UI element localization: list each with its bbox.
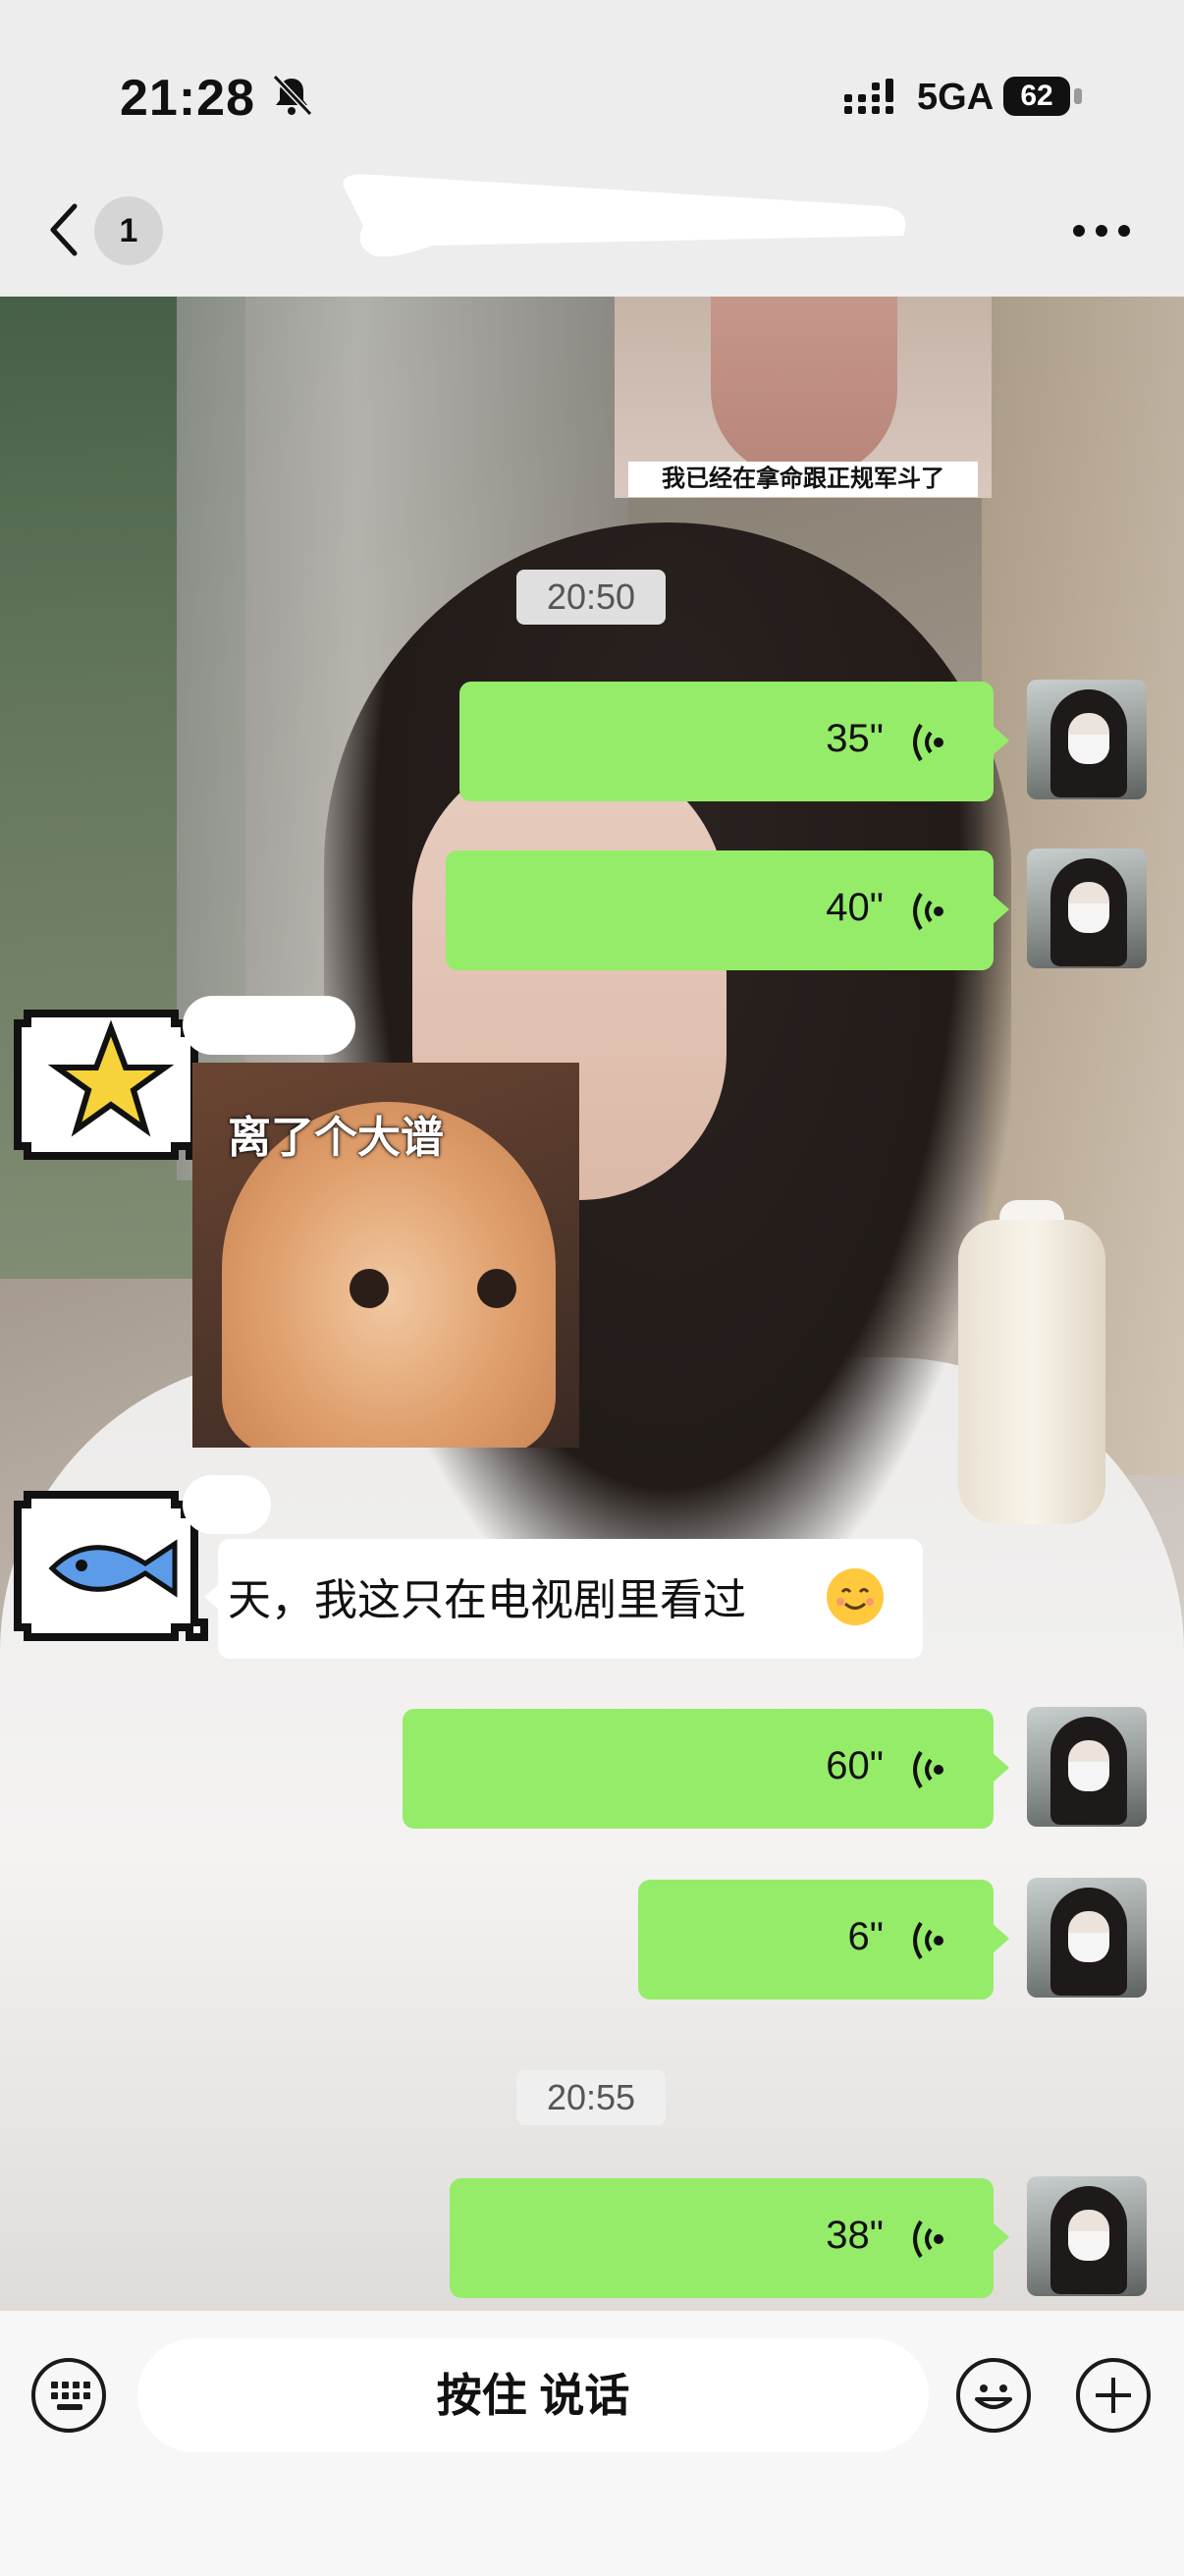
more-functions-button[interactable]: [1076, 2358, 1151, 2433]
my-avatar[interactable]: [1027, 1878, 1147, 1998]
sticker-caption: 我已经在拿命跟正规军斗了: [628, 462, 978, 497]
bubble-tail: [992, 725, 1009, 756]
voice-message-bubble[interactable]: 40": [446, 850, 1009, 970]
back-chevron-icon[interactable]: [45, 200, 84, 259]
sticker-face: [711, 297, 897, 478]
message-text: 天，我这只在电视剧里看过: [228, 1576, 746, 1624]
my-avatar[interactable]: [1027, 2176, 1147, 2296]
bubble-tail: [992, 1923, 1009, 1954]
sticker-caption: 离了个大谱: [228, 1114, 444, 1162]
emoji-button[interactable]: [956, 2358, 1031, 2433]
cat-eye: [350, 1269, 389, 1308]
input-bar: 按住 说话: [0, 2310, 1184, 2576]
my-avatar[interactable]: [1027, 1707, 1147, 1827]
keyboard-icon: [51, 2382, 90, 2410]
text-message-bubble[interactable]: 天，我这只在电视剧里看过: [218, 1539, 923, 1659]
unread-count-badge[interactable]: 1: [94, 196, 163, 265]
chat-title-redacted: [343, 174, 906, 257]
voice-message-bubble[interactable]: 35": [459, 682, 1009, 801]
voice-message-bubble[interactable]: 38": [450, 2178, 1009, 2298]
voice-wave-icon: [913, 2220, 943, 2259]
my-avatar[interactable]: [1027, 849, 1147, 968]
cat-sticker-message[interactable]: 离了个大谱: [192, 1063, 579, 1448]
status-time: 21:28: [120, 70, 255, 127]
battery-level: 62: [1003, 77, 1070, 116]
hold-to-talk-button[interactable]: 按住 说话: [137, 2338, 929, 2452]
sticker-message[interactable]: 我已经在拿命跟正规军斗了: [615, 297, 992, 498]
signal-icon: [844, 79, 893, 114]
voice-duration: 35": [826, 717, 884, 760]
smiling-face-emoji-icon: [827, 1568, 884, 1625]
voice-message-bubble[interactable]: 60": [403, 1709, 1009, 1829]
voice-duration: 40": [826, 886, 884, 929]
keyboard-toggle-button[interactable]: [31, 2358, 106, 2433]
message-timestamp: 20:55: [516, 2070, 666, 2125]
bubble-tail: [992, 1752, 1009, 1783]
voice-wave-icon: [913, 723, 943, 762]
cat-eye: [477, 1269, 516, 1308]
my-avatar[interactable]: [1027, 680, 1147, 799]
voice-wave-icon: [913, 892, 943, 931]
plus-icon: [1096, 2378, 1131, 2413]
voice-wave-icon: [913, 1750, 943, 1789]
voice-message-bubble[interactable]: 6": [638, 1880, 1009, 2000]
sender-name-redacted: [183, 1475, 271, 1534]
voice-duration: 38": [826, 2214, 884, 2257]
smiley-icon: [975, 2384, 1012, 2409]
battery-cap: [1074, 88, 1082, 104]
mute-bell-icon: [272, 74, 313, 117]
status-bar: 21:28 5GA 62: [0, 0, 1184, 187]
more-options-icon[interactable]: [1072, 224, 1131, 238]
chat-message-area[interactable]: 我已经在拿命跟正规军斗了 20:50 35" 40" 离了个大谱 天，我这只在电…: [0, 297, 1184, 2310]
network-type: 5GA: [917, 77, 995, 118]
message-timestamp: 20:50: [516, 570, 666, 625]
battery-icon: 62: [1003, 77, 1084, 120]
voice-duration: 60": [826, 1744, 884, 1787]
sender-name-redacted: [183, 996, 355, 1055]
background-photo-bottle: [958, 1220, 1105, 1524]
bubble-tail: [992, 894, 1009, 925]
voice-duration: 6": [847, 1915, 884, 1958]
voice-wave-icon: [913, 1921, 943, 1960]
bubble-tail: [992, 2221, 1009, 2253]
